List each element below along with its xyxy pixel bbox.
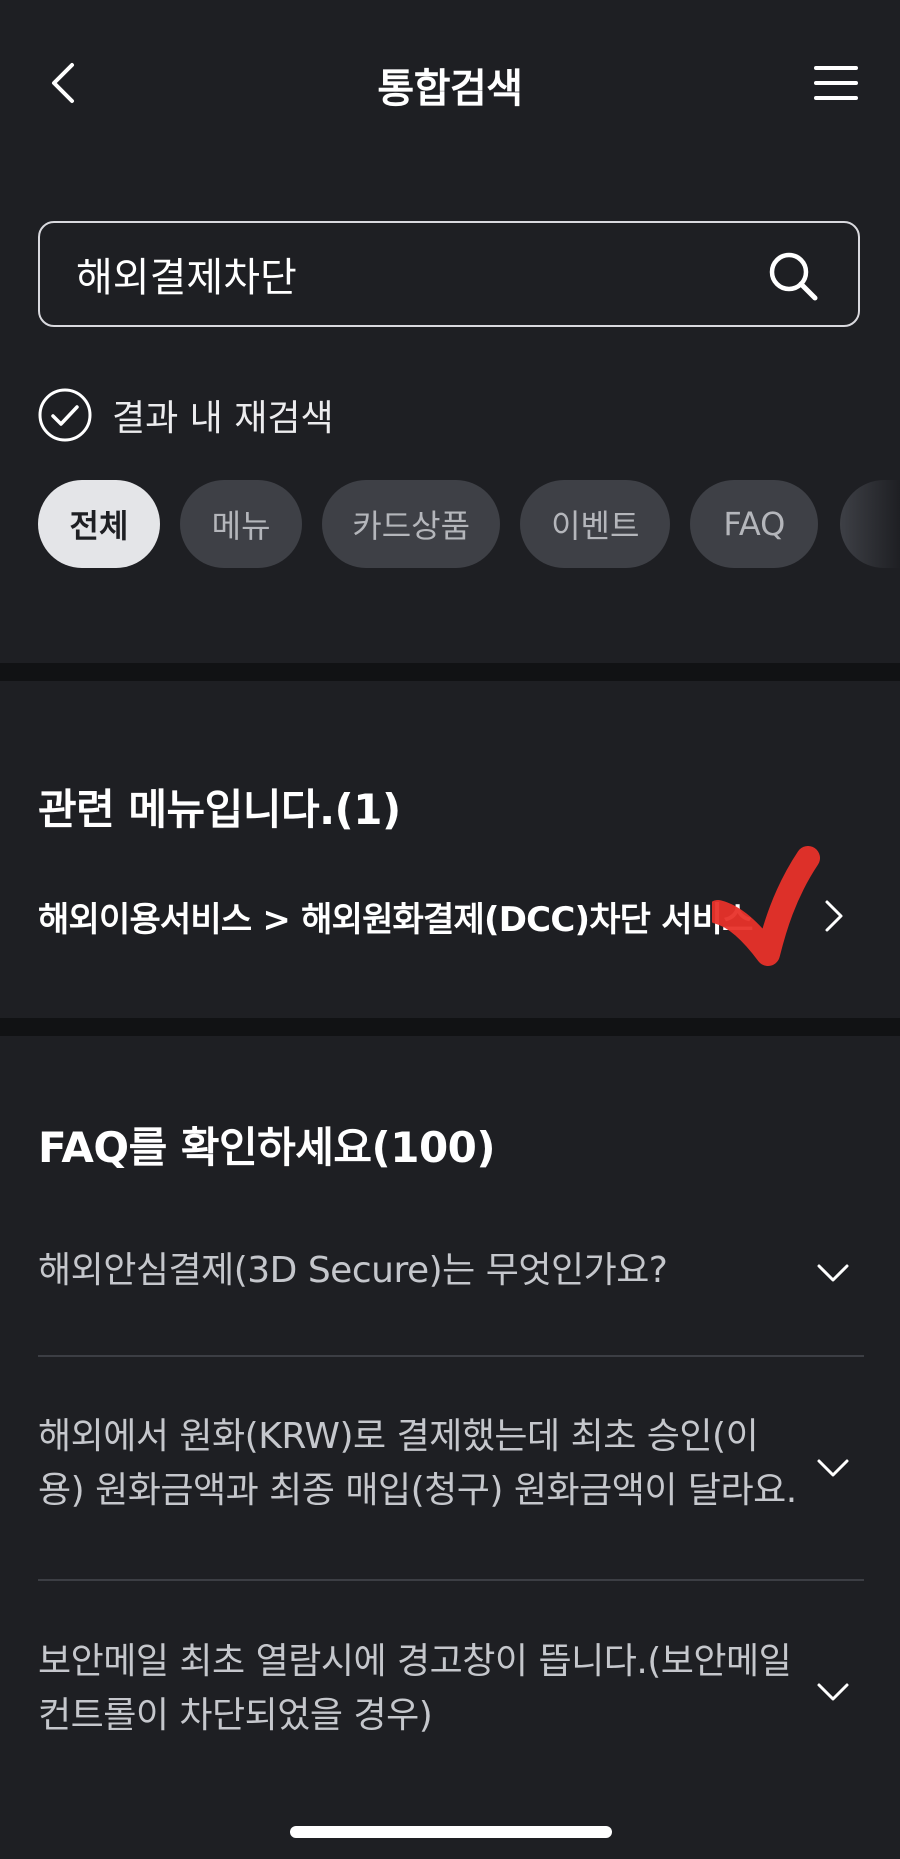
chevron-down-icon[interactable] [816, 1457, 850, 1479]
page-title: 통합검색 [377, 66, 523, 112]
hamburger-menu-icon [814, 66, 858, 100]
refine-search-toggle[interactable]: 결과 내 재검색 [38, 387, 334, 443]
faq-question: 해외에서 원화(KRW)로 결제했는데 최초 승인(이용) 원화금액과 최종 매… [38, 1416, 797, 1511]
refine-search-label: 결과 내 재검색 [112, 398, 334, 439]
faq-item[interactable]: 해외안심결제(3D Secure)는 무엇인가요? [38, 1244, 860, 1300]
related-menu-title: 관련 메뉴입니다.(1) [38, 785, 401, 834]
menu-result-item[interactable]: 해외이용서비스 > 해외원화결제(DCC)차단 서비스 [38, 885, 860, 947]
search-input[interactable] [76, 223, 716, 325]
tab-overflow-fade[interactable] [840, 480, 900, 568]
divider [38, 1355, 864, 1357]
faq-section-title: FAQ를 확인하세요(100) [38, 1123, 496, 1172]
check-circle-icon[interactable] [38, 388, 92, 442]
faq-item[interactable]: 보안메일 최초 열람시에 경고창이 뜹니다.(보안메일 컨트롤이 차단되었을 경… [38, 1635, 860, 1745]
chevron-down-icon[interactable] [816, 1262, 850, 1284]
faq-item[interactable]: 해외에서 원화(KRW)로 결제했는데 최초 승인(이용) 원화금액과 최종 매… [38, 1410, 860, 1520]
chevron-right-icon [825, 900, 843, 932]
search-box [38, 221, 860, 327]
home-indicator[interactable] [290, 1826, 612, 1838]
divider [38, 1579, 864, 1581]
tab-menu[interactable]: 메뉴 [180, 480, 303, 568]
chevron-down-icon[interactable] [816, 1681, 850, 1703]
section-divider [0, 663, 900, 681]
section-divider [0, 1018, 900, 1036]
tab-all[interactable]: 전체 [38, 480, 160, 568]
tab-faq[interactable]: FAQ [690, 480, 819, 568]
search-icon [769, 252, 818, 301]
header: 통합검색 [0, 0, 900, 170]
search-button[interactable] [766, 249, 820, 303]
menu-result-label: 해외이용서비스 > 해외원화결제(DCC)차단 서비스 [38, 899, 753, 940]
tab-events[interactable]: 이벤트 [520, 480, 671, 568]
category-tabs: 전체 메뉴 카드상품 이벤트 FAQ [38, 480, 900, 568]
menu-button[interactable] [810, 58, 862, 108]
faq-question: 보안메일 최초 열람시에 경고창이 뜹니다.(보안메일 컨트롤이 차단되었을 경… [38, 1641, 792, 1736]
tab-card-products[interactable]: 카드상품 [322, 480, 501, 568]
faq-question: 해외안심결제(3D Secure)는 무엇인가요? [38, 1250, 668, 1291]
